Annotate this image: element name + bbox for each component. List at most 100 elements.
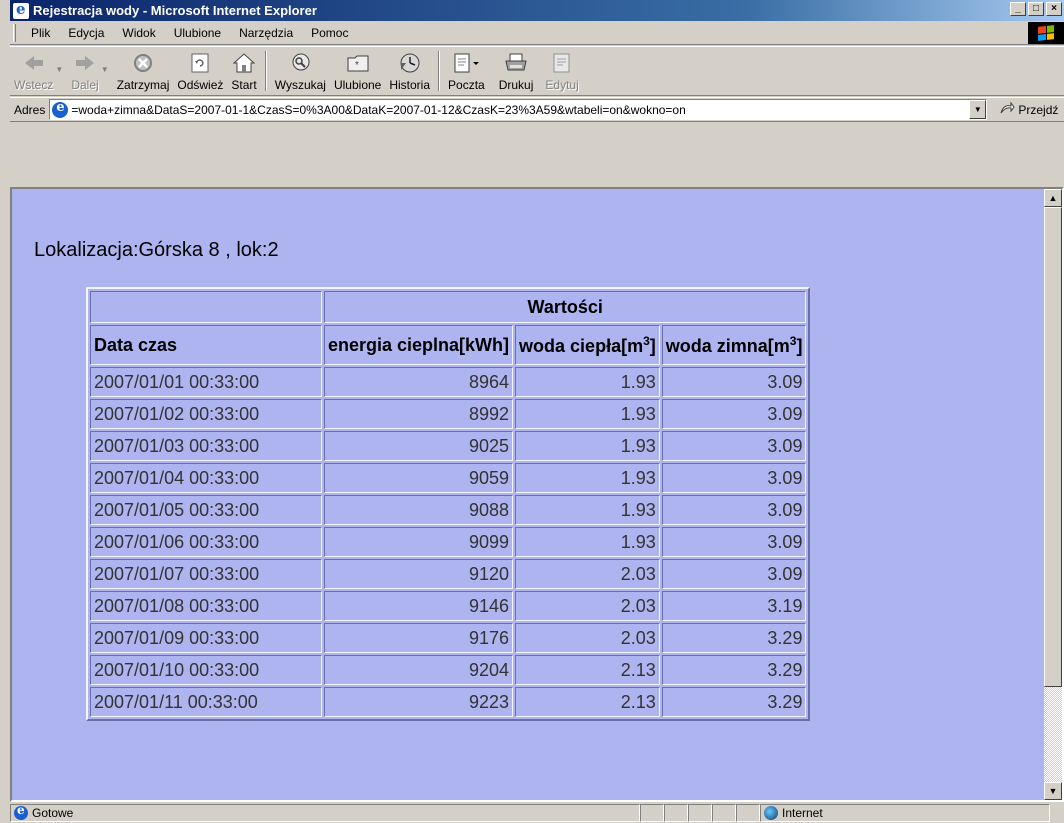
page-content: Lokalizacja:Górska 8 , lok:2 Wartości Da…: [12, 189, 1044, 800]
history-label: Historia: [389, 78, 431, 92]
unit-close: ]: [796, 335, 803, 356]
menu-tools[interactable]: Narzędzia: [230, 24, 302, 42]
stop-label: Zatrzymaj: [116, 78, 170, 92]
forward-dropdown-icon[interactable]: ▼: [101, 65, 109, 74]
menu-view[interactable]: Widok: [113, 24, 164, 42]
edit-page-icon: [551, 50, 573, 76]
cell-energy: 9176: [324, 623, 514, 653]
date-column-header: Data czas: [90, 325, 322, 365]
hot-water-column-header: woda ciepła[m3]: [515, 325, 660, 365]
status-pane: [736, 804, 760, 822]
menu-favorites[interactable]: Ulubione: [165, 24, 230, 42]
menu-edit[interactable]: Edycja: [59, 24, 113, 42]
cell-energy: 8992: [324, 399, 514, 429]
cell-date: 2007/01/08 00:33:00: [90, 591, 322, 621]
edit-button[interactable]: Edytuj: [541, 47, 582, 95]
table-row: 2007/01/08 00:33:00 9146 2.03 3.19: [90, 591, 807, 621]
status-pane: [640, 804, 664, 822]
search-button[interactable]: Wyszukaj: [271, 47, 330, 95]
cell-hot-water: 2.03: [515, 591, 660, 621]
favorites-button[interactable]: * Ulubione: [330, 47, 385, 95]
go-button[interactable]: Przejdź: [999, 101, 1058, 118]
home-button[interactable]: Start: [227, 47, 260, 95]
address-bar: Adres =woda+zimna&DataS=2007-01-1&CzasS=…: [10, 97, 1064, 122]
refresh-label: Odśwież: [177, 78, 224, 92]
address-dropdown-button[interactable]: ▼: [969, 100, 987, 119]
edit-label: Edytuj: [545, 78, 579, 92]
cell-date: 2007/01/04 00:33:00: [90, 463, 322, 493]
cell-cold-water: 3.09: [661, 463, 807, 493]
back-dropdown-icon[interactable]: ▼: [55, 65, 63, 74]
cell-date: 2007/01/02 00:33:00: [90, 399, 322, 429]
mail-button[interactable]: Poczta: [444, 47, 489, 95]
toolbar-separator: [264, 51, 267, 91]
history-icon: [398, 50, 422, 76]
stop-button[interactable]: Zatrzymaj: [113, 47, 174, 95]
status-bar: Gotowe Internet: [10, 803, 1064, 823]
cell-energy: 9223: [324, 687, 514, 717]
status-pane: [664, 804, 688, 822]
cell-date: 2007/01/03 00:33:00: [90, 431, 322, 461]
cell-hot-water: 1.93: [515, 463, 660, 493]
table-row: 2007/01/06 00:33:00 9099 1.93 3.09: [90, 527, 807, 557]
address-field[interactable]: =woda+zimna&DataS=2007-01-1&CzasS=0%3A00…: [49, 99, 988, 120]
history-button[interactable]: Historia: [385, 47, 434, 95]
print-label: Drukuj: [498, 78, 534, 92]
cell-cold-water: 3.09: [661, 431, 807, 461]
cell-energy: 9059: [324, 463, 514, 493]
favorites-label: Ulubione: [333, 78, 382, 92]
mail-icon: [452, 50, 480, 76]
readings-body: 2007/01/01 00:33:00 8964 1.93 3.09 2007/01/0…: [90, 367, 807, 717]
status-pane: [712, 804, 736, 822]
ie-logo-icon: [13, 0, 29, 19]
address-url[interactable]: =woda+zimna&DataS=2007-01-1&CzasS=0%3A00…: [71, 103, 961, 117]
status-text-cell: Gotowe: [10, 803, 640, 822]
browser-window: Rejestracja wody - Microsoft Internet Ex…: [0, 0, 1064, 823]
back-button[interactable]: Wstecz ▼: [10, 47, 63, 95]
go-arrow-icon: [999, 101, 1015, 118]
cell-cold-water: 3.09: [661, 559, 807, 589]
print-button[interactable]: Drukuj: [495, 47, 538, 95]
cell-energy: 9146: [324, 591, 514, 621]
unit-close: ]: [649, 335, 656, 356]
cell-energy: 9025: [324, 431, 514, 461]
refresh-button[interactable]: Odśwież: [173, 47, 227, 95]
stop-icon: [132, 50, 154, 76]
menu-file[interactable]: Plik: [22, 24, 59, 42]
cell-hot-water: 2.13: [515, 687, 660, 717]
search-label: Wyszukaj: [274, 78, 326, 92]
table-row: 2007/01/02 00:33:00 8992 1.93 3.09: [90, 399, 807, 429]
address-label: Adres: [14, 102, 46, 117]
cell-cold-water: 3.29: [661, 623, 807, 653]
menu-help[interactable]: Pomoc: [302, 24, 357, 42]
cell-energy: 9088: [324, 495, 514, 525]
vertical-scrollbar[interactable]: ▲ ▼: [1044, 189, 1062, 800]
cell-hot-water: 1.93: [515, 399, 660, 429]
back-label: Wstecz: [14, 78, 54, 92]
windows-flag-icon: [1038, 25, 1054, 41]
mail-label: Poczta: [448, 78, 485, 92]
toolbar-separator: [438, 51, 441, 91]
scroll-thumb[interactable]: [1044, 207, 1062, 687]
cell-cold-water: 3.09: [661, 367, 807, 397]
readings-table: Wartości Data czas energia cieplna[kWh] …: [86, 287, 811, 721]
maximize-button[interactable]: □: [1028, 2, 1044, 16]
cold-water-label: woda zimna[m: [665, 335, 790, 356]
forward-arrow-icon: [74, 50, 96, 76]
close-button[interactable]: ×: [1046, 2, 1062, 16]
window-title: Rejestracja wody - Microsoft Internet Ex…: [33, 3, 317, 18]
forward-button[interactable]: Dalej ▼: [67, 47, 109, 95]
minimize-button[interactable]: _: [1010, 2, 1026, 16]
empty-header-cell: [90, 291, 322, 323]
page-status-icon: [14, 803, 28, 820]
title-bar: Rejestracja wody - Microsoft Internet Ex…: [10, 0, 1064, 21]
scroll-up-button[interactable]: ▲: [1044, 189, 1062, 207]
home-label: Start: [231, 78, 257, 92]
cell-energy: 9120: [324, 559, 514, 589]
cold-water-column-header: woda zimna[m3]: [661, 325, 807, 365]
internet-globe-icon: [764, 806, 778, 820]
scroll-down-button[interactable]: ▼: [1044, 782, 1062, 800]
svg-text:*: *: [355, 60, 359, 71]
cell-cold-water: 3.29: [661, 655, 807, 685]
go-label: Przejdź: [1018, 102, 1059, 117]
